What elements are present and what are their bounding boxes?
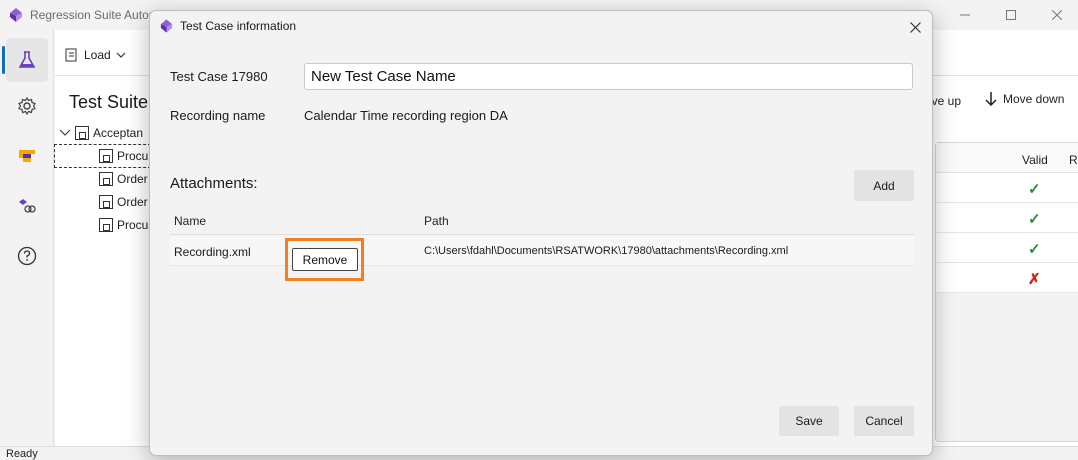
test-case-icon	[99, 195, 113, 209]
nav-help-button[interactable]	[6, 234, 48, 278]
suite-title: Test Suite	[69, 92, 149, 112]
attachments-heading: Attachments:	[170, 175, 258, 192]
recording-name-value: Calendar Time recording region DA	[304, 108, 508, 123]
dialog-title-bar: Test Case information	[150, 11, 932, 41]
test-case-icon	[99, 218, 113, 232]
attachments-table: Name Path Recording.xml C:\Users\fdahl\D…	[170, 207, 914, 267]
test-case-icon	[99, 172, 113, 186]
remove-attachment-button[interactable]: Remove	[292, 248, 358, 271]
load-icon	[65, 48, 77, 62]
minimize-button[interactable]	[942, 0, 988, 30]
app-logo-icon	[10, 8, 22, 22]
table-row[interactable]: ✓	[936, 203, 1078, 233]
invalid-cross-icon: ✗	[1028, 271, 1041, 288]
tree-node-label: Order	[117, 172, 148, 186]
suite-icon	[75, 126, 89, 140]
gear-icon	[18, 96, 36, 116]
valid-check-icon: ✓	[1028, 211, 1041, 228]
tree-node-label: Order	[117, 195, 148, 209]
save-button[interactable]: Save	[779, 406, 839, 436]
chevron-down-icon	[116, 52, 126, 58]
valid-check-icon: ✓	[1028, 241, 1041, 258]
attachment-name: Recording.xml	[174, 245, 251, 259]
test-case-grid: Valid Result ✓ ✓ ✓ ✗	[935, 142, 1078, 442]
link-icon	[19, 199, 36, 213]
nav-settings-button[interactable]	[6, 84, 48, 128]
move-down-label: Move down	[1003, 92, 1065, 106]
nav-devops-button[interactable]	[6, 134, 48, 178]
nav-test-button[interactable]	[2, 38, 48, 82]
minimize-icon	[960, 14, 970, 16]
test-case-label: Test Case 17980	[170, 69, 268, 84]
maximize-button[interactable]	[988, 0, 1034, 30]
app-title: Regression Suite Autor	[30, 8, 153, 22]
app-logo-icon	[160, 19, 173, 33]
attachment-row[interactable]: Recording.xml C:\Users\fdahl\Documents\R…	[170, 236, 914, 266]
dialog-title: Test Case information	[180, 19, 297, 33]
tree-node-label: Procu	[117, 218, 149, 232]
add-attachment-button[interactable]: Add	[854, 170, 914, 201]
grid-header: Valid Result	[936, 143, 1078, 173]
valid-check-icon: ✓	[1028, 181, 1041, 198]
nav-connection-button[interactable]	[6, 184, 48, 228]
tree-node-label: Acceptan	[93, 126, 144, 140]
tree-node-child[interactable]: Procu	[99, 214, 148, 236]
grid-empty-area	[936, 293, 1078, 441]
test-case-info-dialog: Test Case information Test Case 17980 Re…	[149, 10, 933, 456]
recording-name-label: Recording name	[170, 108, 266, 123]
navigation-rail	[0, 30, 54, 446]
load-label: Load	[84, 48, 111, 62]
test-case-name-input[interactable]	[304, 63, 913, 90]
status-text: Ready	[6, 448, 38, 460]
devops-icon	[19, 150, 35, 162]
arrow-down-icon	[985, 92, 997, 106]
column-header-valid[interactable]: Valid	[1022, 153, 1048, 167]
maximize-icon	[1006, 10, 1016, 20]
tree-node-root[interactable]: Acceptan	[59, 122, 143, 144]
close-icon	[1052, 10, 1062, 20]
close-icon	[909, 21, 921, 33]
tree-node-child[interactable]: Order	[99, 191, 148, 213]
cancel-button[interactable]: Cancel	[854, 406, 914, 436]
column-header-result[interactable]: Result	[1069, 153, 1078, 167]
tree-node-child[interactable]: Order	[99, 168, 148, 190]
flask-icon	[18, 51, 36, 68]
table-row[interactable]: ✓	[936, 233, 1078, 263]
tree-node-label: Procu	[117, 149, 149, 163]
column-header-name: Name	[174, 214, 207, 228]
attachment-path: C:\Users\fdahl\Documents\RSATWORK\17980\…	[424, 245, 789, 257]
dialog-close-button[interactable]	[902, 16, 928, 38]
chevron-down-icon[interactable]	[59, 128, 71, 138]
attachments-header: Name Path	[170, 207, 914, 235]
column-header-path: Path	[424, 214, 449, 228]
table-row[interactable]: ✗	[936, 263, 1078, 293]
test-case-icon	[99, 149, 113, 163]
help-icon	[17, 246, 37, 266]
tree-node-child[interactable]: Procu	[54, 144, 156, 168]
table-row[interactable]: ✓	[936, 173, 1078, 203]
load-button[interactable]: Load	[65, 48, 126, 62]
close-window-button[interactable]	[1034, 0, 1078, 30]
move-down-button[interactable]: Move down	[985, 92, 1064, 106]
